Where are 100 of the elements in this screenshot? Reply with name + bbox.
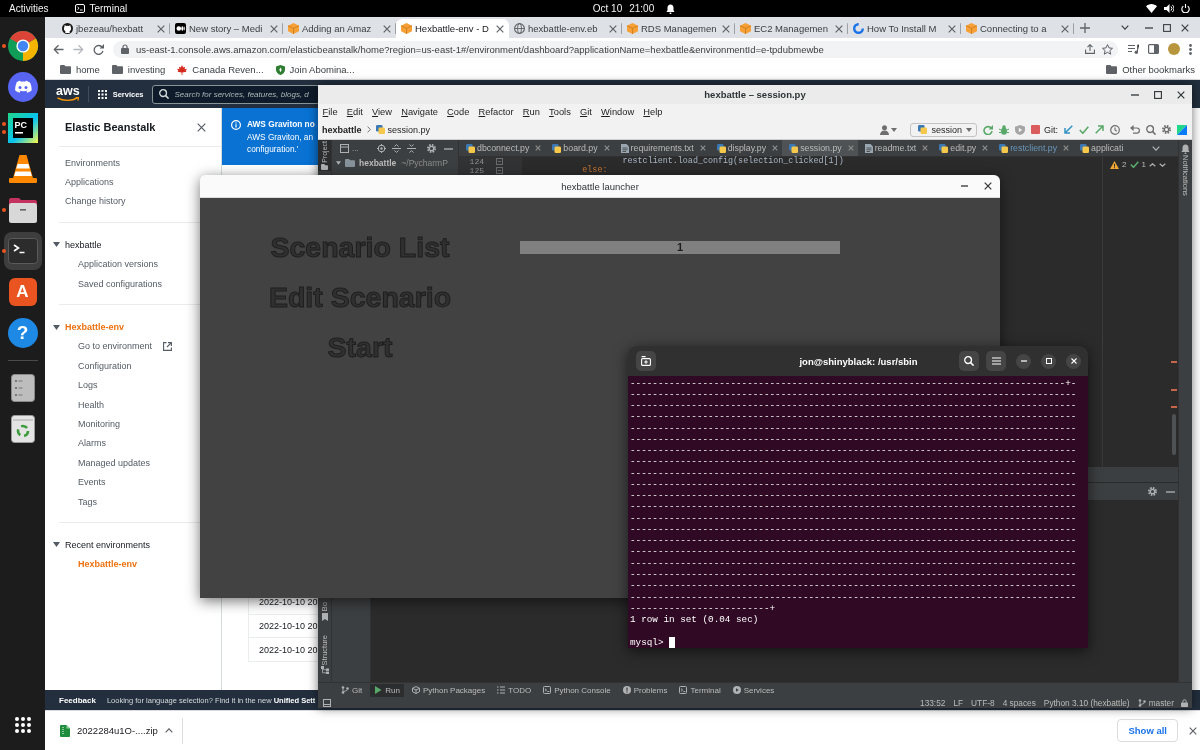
- menu-item[interactable]: Git: [575, 107, 597, 117]
- back-arrow-icon[interactable]: [53, 43, 64, 55]
- editor-tab[interactable]: board.py: [545, 140, 614, 156]
- editor-tab[interactable]: applicati: [1073, 140, 1128, 156]
- status-item[interactable]: 4 spaces: [998, 697, 1040, 708]
- menu-item[interactable]: Window: [596, 107, 639, 117]
- editor-tab[interactable]: readme.txt: [857, 140, 933, 156]
- bookmark[interactable]: Join Abomina...: [272, 64, 358, 75]
- chevron-up-icon[interactable]: [1149, 162, 1156, 167]
- branch-widget[interactable]: master: [1133, 697, 1178, 708]
- nav-link[interactable]: Monitoring: [78, 419, 121, 429]
- power-icon[interactable]: [1181, 4, 1190, 13]
- chevron-up-icon[interactable]: [164, 728, 173, 733]
- clock-icon[interactable]: [1110, 124, 1120, 135]
- nav-link[interactable]: Saved configurations: [78, 278, 163, 289]
- minimize-icon[interactable]: [1166, 490, 1175, 493]
- chevron-down-icon[interactable]: [1159, 162, 1166, 167]
- tool-tab[interactable]: TODO: [493, 683, 536, 697]
- minimize-icon[interactable]: [444, 147, 453, 150]
- settings-icon[interactable]: [427, 144, 436, 153]
- breadcrumb[interactable]: hexbattle: [322, 124, 362, 135]
- caret-down-icon[interactable]: [53, 324, 60, 330]
- menu-item[interactable]: View: [367, 107, 397, 117]
- tool-tab[interactable]: Services: [728, 683, 779, 697]
- target-icon[interactable]: [377, 144, 386, 153]
- close-icon[interactable]: [496, 24, 504, 33]
- search-button[interactable]: [959, 351, 979, 371]
- star-icon[interactable]: [1102, 43, 1113, 55]
- logo-link[interactable]: aws: [56, 86, 80, 102]
- nav-link[interactable]: Logs: [78, 380, 98, 391]
- playlist-icon[interactable]: [1128, 44, 1139, 54]
- bookmark[interactable]: investing: [108, 64, 169, 75]
- lock-icon[interactable]: [1181, 698, 1188, 707]
- expand-all-icon[interactable]: [392, 144, 401, 153]
- status-item[interactable]: 133:52: [916, 697, 950, 708]
- address-field[interactable]: us-east-1.console.aws.amazon.com/elasticbeanstalk/home?region=us-east-1#/environment/dashboard?applicationName=hexbattle&environmentId=e-tpdubmewbe: [113, 40, 1118, 58]
- editor-tab[interactable]: display.py: [709, 140, 783, 156]
- close-icon[interactable]: [197, 122, 206, 132]
- nav-link[interactable]: Alarms: [78, 438, 106, 449]
- menu-item[interactable]: Navigate: [396, 107, 443, 117]
- app-menu[interactable]: Terminal: [75, 3, 128, 14]
- close-icon[interactable]: [984, 182, 992, 190]
- bell-icon[interactable]: [666, 3, 676, 14]
- menu-item[interactable]: Run: [518, 107, 545, 117]
- run-config-dropdown[interactable]: session: [910, 122, 977, 137]
- list-item[interactable]: 1: [520, 240, 840, 254]
- editor-tab[interactable]: dbconnect.py: [459, 140, 546, 156]
- menu-item[interactable]: Edit: [342, 107, 368, 117]
- bookmark[interactable]: Canada Reven...: [174, 64, 267, 75]
- close-icon[interactable]: [1189, 726, 1197, 735]
- bug-icon[interactable]: [999, 124, 1009, 135]
- avatar-icon[interactable]: [1168, 43, 1180, 55]
- nav-link[interactable]: Configuration: [78, 360, 132, 371]
- tool-tab[interactable]: Python Console: [539, 683, 615, 697]
- clock-date[interactable]: Oct 10: [592, 3, 623, 14]
- nav-link[interactable]: Health: [78, 399, 104, 410]
- nav-link[interactable]: Tags: [78, 496, 97, 507]
- close-button[interactable]: [1066, 353, 1081, 369]
- editor-tab[interactable]: session.py: [782, 140, 858, 156]
- nav-link[interactable]: Environments: [65, 157, 121, 168]
- clock-time[interactable]: 21:00: [629, 3, 655, 14]
- menu-item[interactable]: Code: [442, 107, 474, 117]
- close-icon[interactable]: [1181, 23, 1189, 32]
- nav-group-heading[interactable]: hexbattle: [53, 239, 102, 250]
- tool-tab[interactable]: Run: [370, 683, 404, 697]
- warning-count[interactable]: 2: [1122, 160, 1127, 169]
- volume-icon[interactable]: [1164, 4, 1174, 13]
- nav-link[interactable]: Go to environment: [78, 341, 173, 352]
- undo-icon[interactable]: [1130, 125, 1140, 134]
- collapse-all-icon[interactable]: [407, 144, 416, 153]
- reload-icon[interactable]: [93, 43, 104, 55]
- maximize-icon[interactable]: [1154, 90, 1162, 99]
- status-item[interactable]: Python 3.10 (hexbattle): [1039, 697, 1134, 708]
- menu-item[interactable]: Tools: [544, 107, 576, 117]
- tool-tab[interactable]: Terminal: [675, 683, 725, 697]
- lock-icon[interactable]: [121, 44, 129, 54]
- maximize-button[interactable]: [1041, 353, 1056, 369]
- user-icon[interactable]: [880, 124, 890, 135]
- arrow-down-left-icon[interactable]: [1064, 125, 1073, 134]
- fold-marker-icon[interactable]: [496, 158, 503, 165]
- menu-item[interactable]: File: [318, 107, 343, 117]
- search-icon[interactable]: [1146, 124, 1156, 135]
- caret-down-icon[interactable]: [891, 127, 898, 132]
- minimize-button[interactable]: [1016, 353, 1031, 369]
- nav-link[interactable]: Events: [78, 477, 106, 488]
- editor-tab[interactable]: edit.py: [932, 140, 993, 156]
- passed-count[interactable]: 1: [1141, 160, 1146, 169]
- terminal-icon[interactable]: [679, 686, 688, 694]
- status-item[interactable]: UTF-8: [967, 697, 999, 708]
- tool-tab[interactable]: Git: [337, 683, 367, 697]
- nav-group-heading[interactable]: Recent environments: [53, 539, 151, 550]
- fold-marker-icon[interactable]: [496, 167, 503, 174]
- activities-button[interactable]: Activities: [9, 3, 49, 14]
- share-icon[interactable]: [1085, 44, 1095, 54]
- settings-icon[interactable]: [1162, 125, 1171, 134]
- bookmark-folder[interactable]: Other bookmarks: [1103, 64, 1198, 75]
- browser-tab[interactable]: Hexbattle-env - D: [396, 19, 509, 38]
- rerun-icon[interactable]: [983, 124, 993, 135]
- view-selector[interactable]: ...: [340, 144, 359, 153]
- more-icon[interactable]: [1189, 43, 1192, 55]
